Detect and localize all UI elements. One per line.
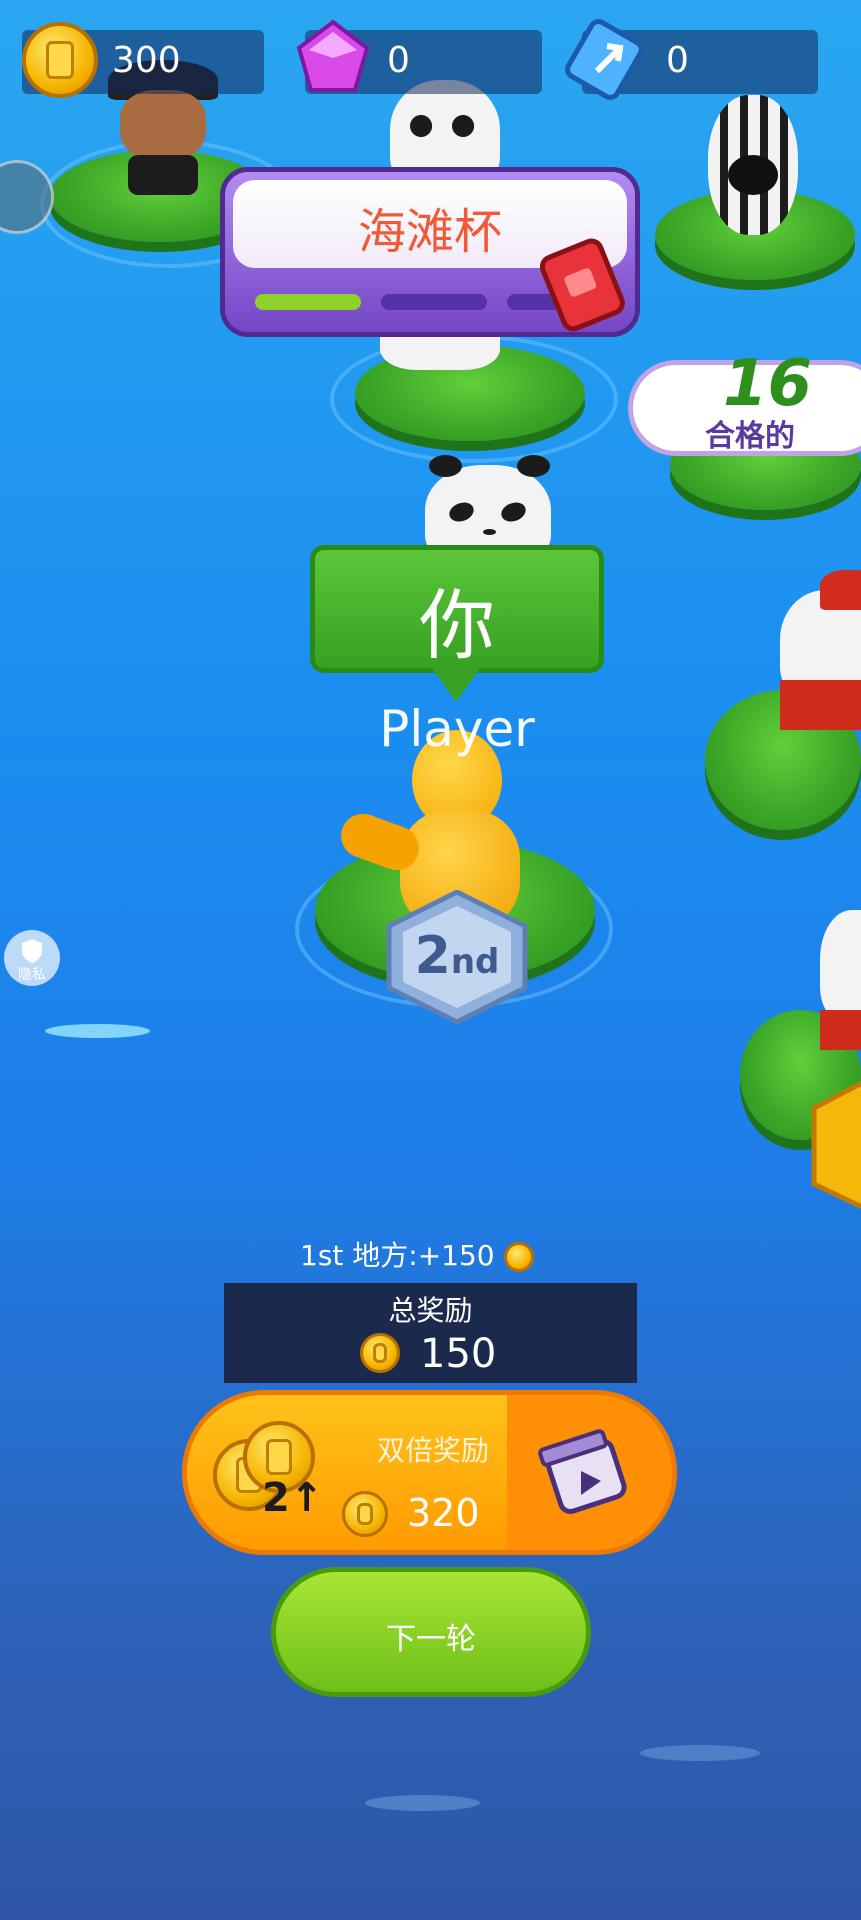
coins-counter: 300 [22, 22, 264, 98]
shield-icon [22, 939, 42, 963]
next-round-button[interactable]: 下一轮 [271, 1567, 591, 1697]
gems-counter: 0 [296, 19, 542, 94]
reward-pack-icon [540, 238, 625, 332]
player-name: Player [379, 700, 535, 758]
total-reward-panel: 总奖励 150 [224, 1283, 637, 1383]
double-reward-button[interactable]: 2↑ 双倍奖励 320 [182, 1390, 677, 1555]
rank-number: 2 [414, 926, 451, 986]
you-label: 你 [419, 581, 495, 670]
progress-segment [381, 294, 487, 310]
progress-segment-filled [255, 294, 361, 310]
qualified-count: 16 [723, 347, 813, 421]
you-indicator: 你 [310, 545, 604, 673]
you-indicator-pointer [432, 668, 480, 702]
total-reward-value: 150 [420, 1331, 497, 1377]
next-round-label: 下一轮 [386, 1622, 476, 1657]
gems-value: 0 [387, 40, 410, 81]
gem-icon [296, 19, 370, 92]
panda-character [425, 455, 551, 565]
watch-video-icon [538, 1429, 627, 1514]
rank-suffix: nd [450, 942, 500, 982]
water-highlight [365, 1795, 480, 1811]
rank-text: 2nd [385, 926, 529, 986]
coins-value: 300 [112, 40, 181, 81]
coin-icon [503, 1242, 534, 1272]
double-reward-label: 双倍奖励 [377, 1434, 490, 1467]
placement-reward: 1st 地方:+150 [300, 1234, 560, 1274]
tickets-counter: 0 [565, 19, 818, 100]
total-reward-label: 总奖励 [388, 1294, 473, 1327]
game-scene: 300 0 0 海滩杯 16 合格的 你 Player 2nd 隐私 1st 地… [0, 0, 861, 1920]
water-highlight [45, 1024, 150, 1038]
ticket-icon [565, 19, 644, 100]
coin-icon [22, 22, 98, 98]
coin-icon [360, 1333, 400, 1373]
coin-icon [342, 1491, 388, 1537]
privacy-label: 隐私 [18, 967, 46, 983]
double-reward-multiplier: 2↑ [262, 1475, 324, 1521]
rank-badge-partial [811, 1081, 861, 1209]
water-highlight [640, 1745, 760, 1761]
qualified-counter: 16 合格的 [628, 347, 861, 456]
privacy-button[interactable]: 隐私 [4, 930, 60, 986]
double-reward-value: 320 [407, 1491, 480, 1535]
rank-badge: 2nd [385, 890, 529, 1024]
panda-character [820, 910, 861, 1060]
panda-character [780, 570, 861, 730]
zebra-character [708, 95, 798, 235]
placement-reward-text: 1st 地方:+150 [300, 1239, 495, 1272]
tickets-value: 0 [666, 40, 689, 81]
qualified-label: 合格的 [705, 419, 795, 454]
